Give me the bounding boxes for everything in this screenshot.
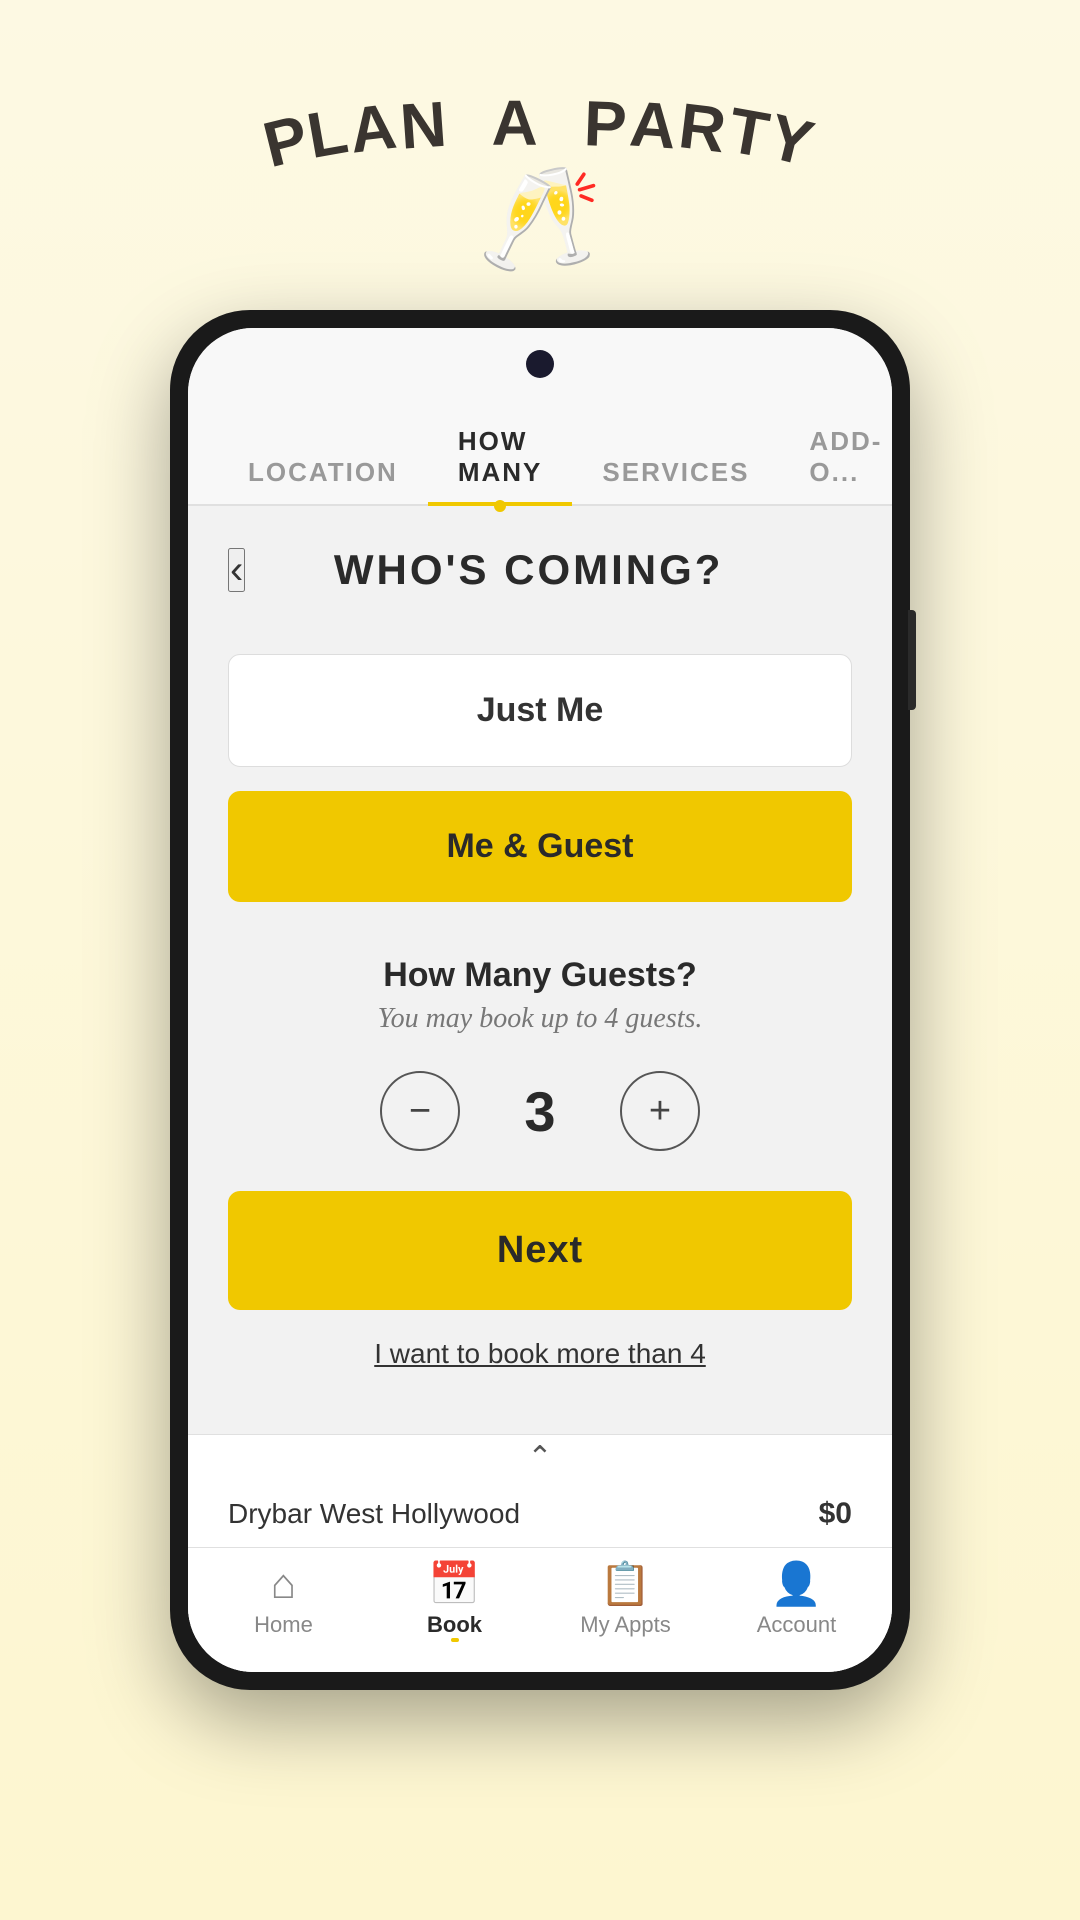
tab-navigation: LOCATION HOW MANY SERVICES ADD-O... bbox=[188, 408, 892, 506]
phone-frame: LOCATION HOW MANY SERVICES ADD-O... ‹ WH… bbox=[170, 310, 910, 1690]
next-button[interactable]: Next bbox=[228, 1191, 852, 1310]
options-area: Just Me Me & Guest bbox=[188, 614, 892, 926]
nav-book[interactable]: 📅 Book bbox=[369, 1564, 540, 1642]
nav-active-indicator bbox=[451, 1638, 459, 1642]
location-name: Drybar West Hollywood bbox=[228, 1498, 520, 1530]
camera-notch bbox=[526, 350, 554, 378]
tab-services[interactable]: SERVICES bbox=[572, 439, 779, 504]
guest-limit-subtitle: You may book up to 4 guests. bbox=[378, 1003, 703, 1035]
increment-button[interactable]: + bbox=[620, 1071, 700, 1151]
tab-location[interactable]: LOCATION bbox=[218, 439, 428, 504]
account-icon: 👤 bbox=[770, 1564, 822, 1606]
spacer bbox=[188, 1370, 892, 1434]
phone-screen: LOCATION HOW MANY SERVICES ADD-O... ‹ WH… bbox=[188, 328, 892, 1672]
how-many-guests-title: How Many Guests? bbox=[383, 956, 697, 995]
book-more-than-4-link[interactable]: I want to book more than 4 bbox=[188, 1338, 892, 1370]
nav-home-label: Home bbox=[254, 1612, 313, 1638]
location-price-bar: Drybar West Hollywood $0 bbox=[188, 1473, 892, 1548]
active-tab-indicator bbox=[494, 500, 506, 512]
nav-book-label: Book bbox=[427, 1612, 482, 1638]
guest-count-value: 3 bbox=[510, 1079, 570, 1144]
bottom-bar: ⌃ Drybar West Hollywood $0 ⌂ Home 📅 Book bbox=[188, 1434, 892, 1672]
tab-add-ons[interactable]: ADD-O... bbox=[779, 408, 892, 504]
price-display: $0 bbox=[819, 1497, 852, 1531]
guest-counter: − 3 + bbox=[380, 1071, 700, 1151]
nav-home[interactable]: ⌂ Home bbox=[198, 1564, 369, 1638]
guest-section: How Many Guests? You may book up to 4 gu… bbox=[188, 926, 892, 1181]
nav-account[interactable]: 👤 Account bbox=[711, 1564, 882, 1638]
bottom-navigation: ⌂ Home 📅 Book 📋 My Appts bbox=[188, 1548, 892, 1672]
header-area: P L A N A P A R T Y 🥂 bbox=[260, 0, 821, 270]
phone-side-button bbox=[908, 610, 916, 710]
decrement-button[interactable]: − bbox=[380, 1071, 460, 1151]
home-icon: ⌂ bbox=[271, 1564, 296, 1606]
back-button[interactable]: ‹ bbox=[228, 548, 245, 592]
page-title: WHO'S COMING? bbox=[265, 546, 792, 594]
me-and-guest-button[interactable]: Me & Guest bbox=[228, 791, 852, 902]
tab-how-many[interactable]: HOW MANY bbox=[428, 408, 573, 504]
nav-account-label: Account bbox=[757, 1612, 837, 1638]
nav-my-appts-label: My Appts bbox=[580, 1612, 670, 1638]
chevron-up-icon[interactable]: ⌃ bbox=[188, 1435, 892, 1473]
champagne-glasses-icon: 🥂 bbox=[478, 170, 603, 270]
just-me-button[interactable]: Just Me bbox=[228, 654, 852, 767]
plan-a-party-title: P L A N A P A R T Y bbox=[260, 60, 821, 160]
book-icon: 📅 bbox=[428, 1564, 480, 1606]
my-appts-icon: 📋 bbox=[599, 1564, 651, 1606]
screen-content: ‹ WHO'S COMING? Just Me Me & Guest How M… bbox=[188, 506, 892, 1672]
nav-my-appts[interactable]: 📋 My Appts bbox=[540, 1564, 711, 1638]
page-header: ‹ WHO'S COMING? bbox=[188, 506, 892, 614]
